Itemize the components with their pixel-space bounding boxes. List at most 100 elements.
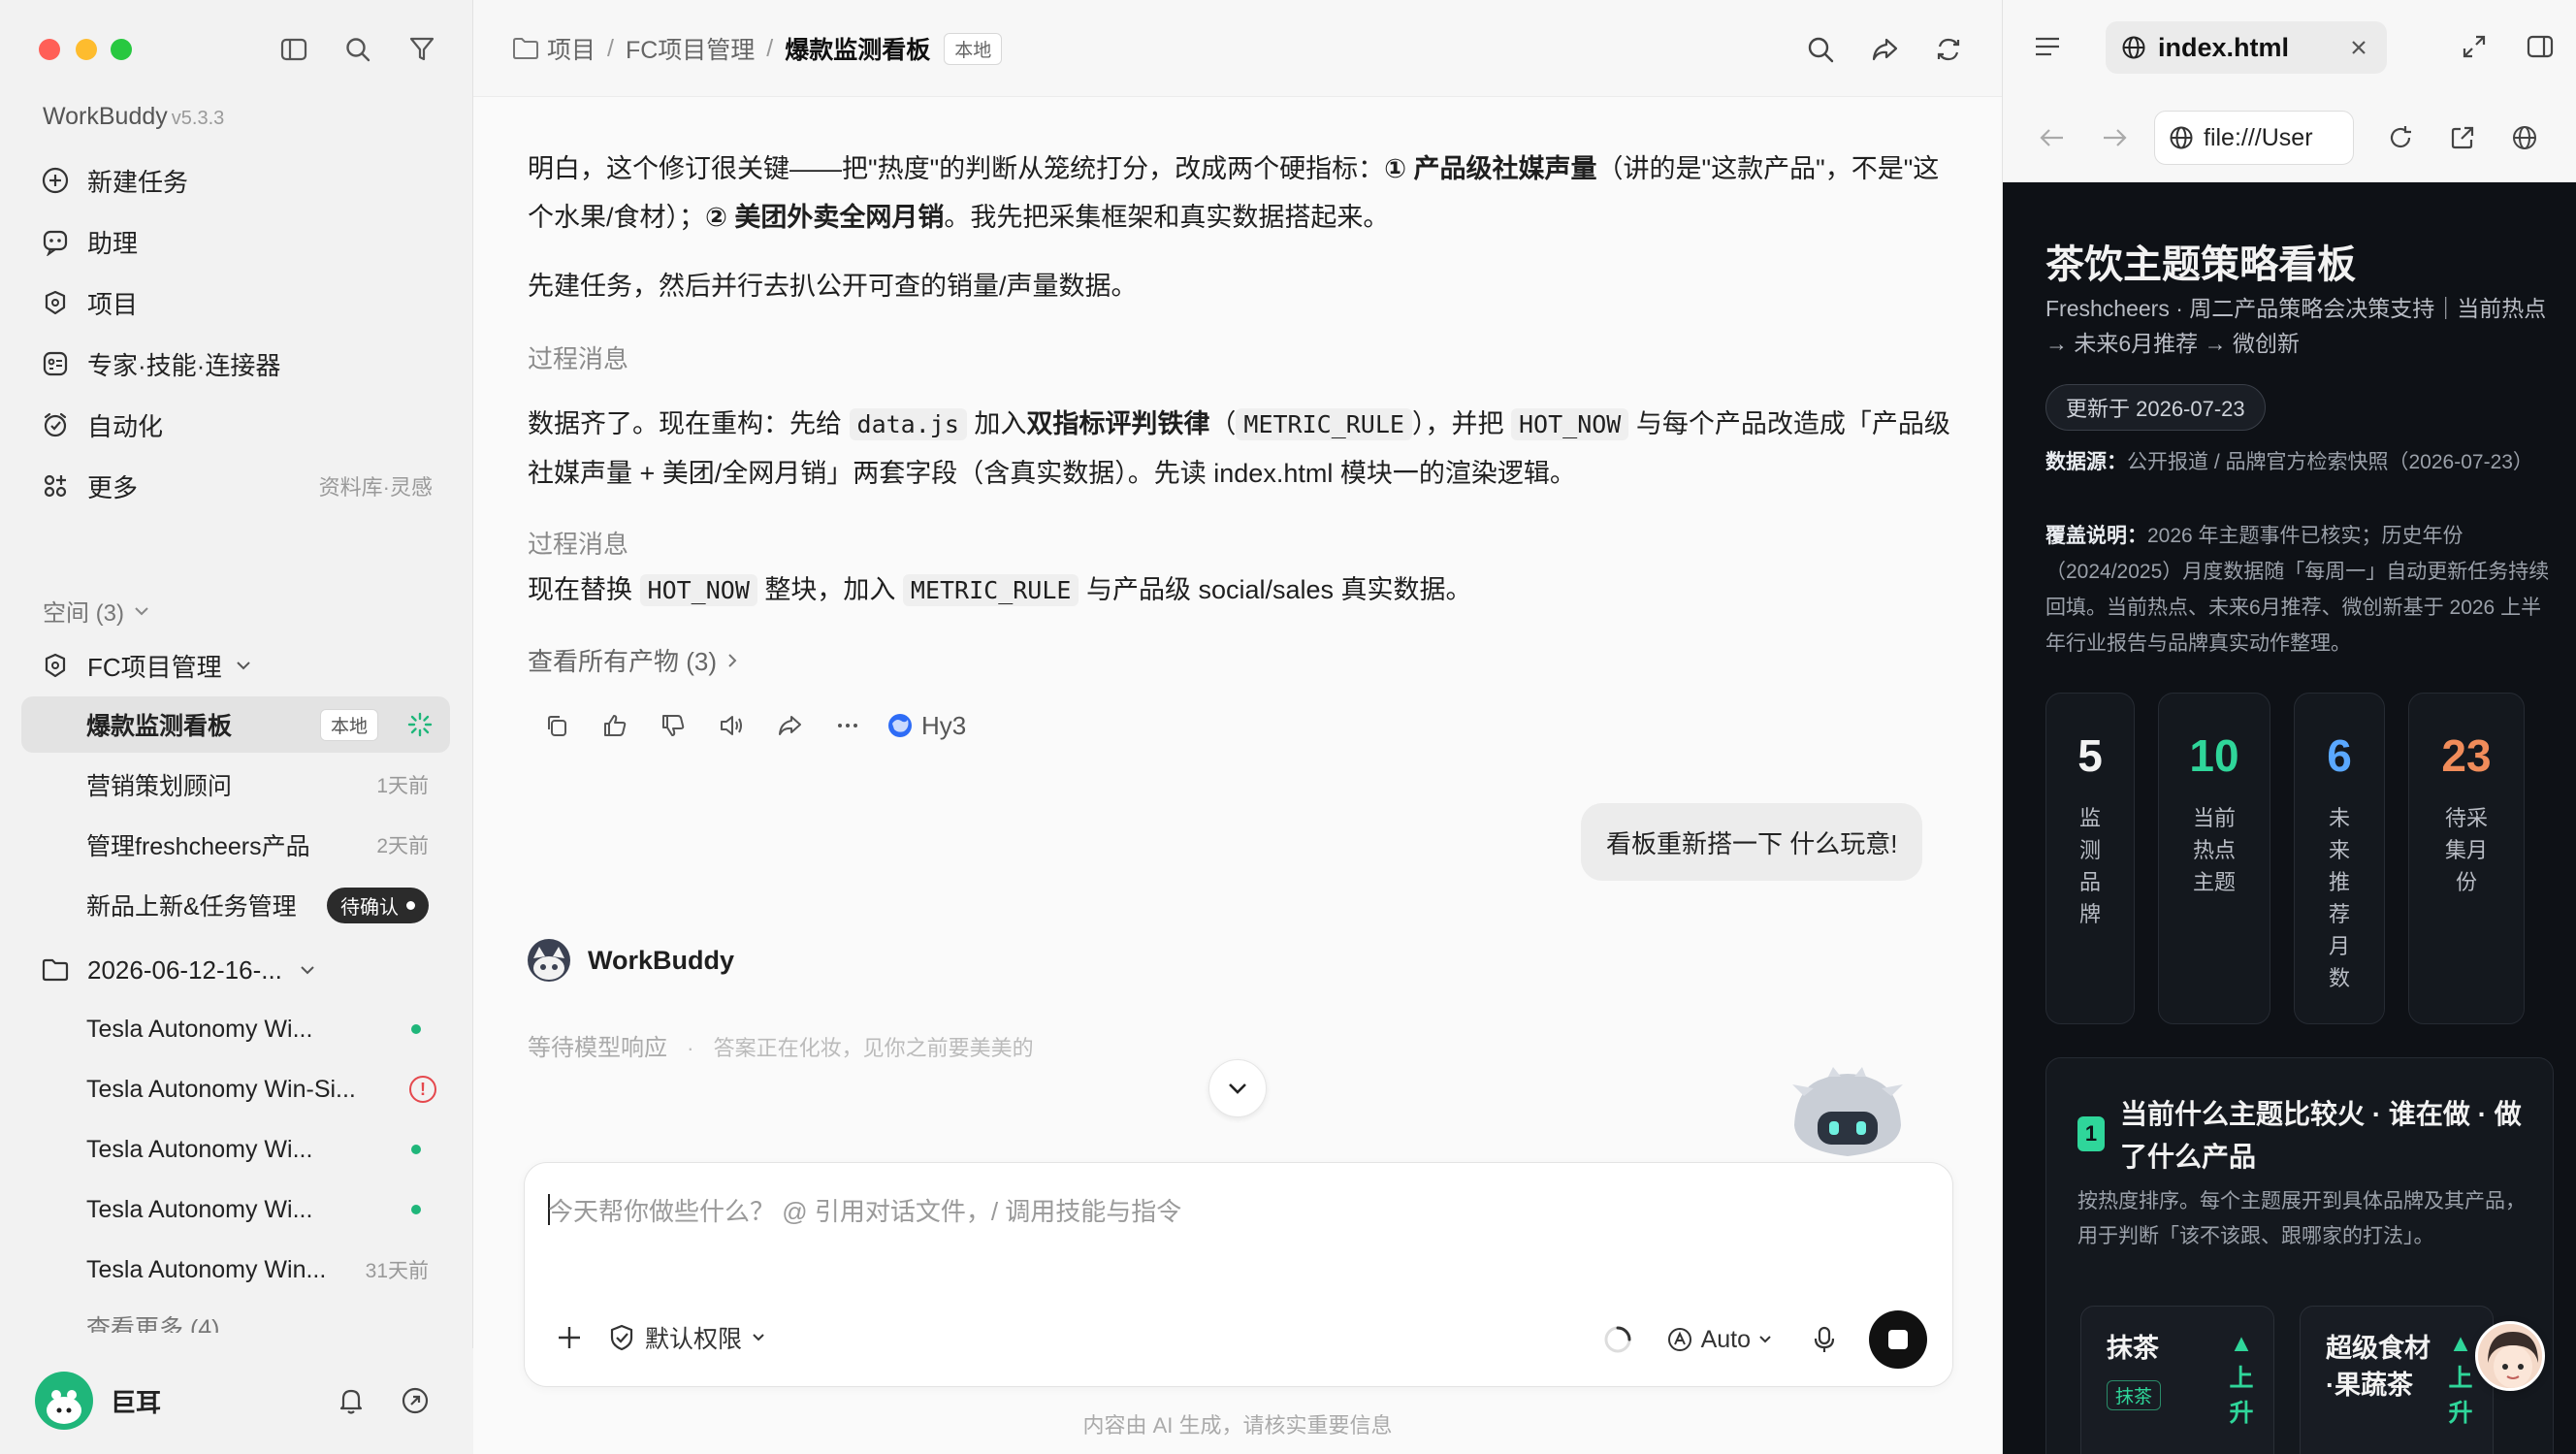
view-artifacts-link[interactable]: 查看所有产物 (3)	[528, 642, 738, 678]
folder-task-item[interactable]: Tesla Autonomy Wi...	[21, 1181, 450, 1238]
topic-card[interactable]: 抹茶 抹茶 ▲上升	[2080, 1306, 2274, 1454]
microphone-icon[interactable]	[1805, 1320, 1844, 1359]
stat-card: 6 未来推荐月数	[2294, 693, 2385, 1024]
folder-task-item[interactable]: Tesla Autonomy Wi...	[21, 1121, 450, 1178]
scroll-to-bottom-button[interactable]	[1208, 1059, 1267, 1117]
globe-icon[interactable]	[2507, 120, 2542, 155]
topic-card[interactable]: 超级食材·果蔬茶 ▲上升	[2300, 1306, 2494, 1454]
space-label: 空间 (3)	[43, 600, 124, 627]
task-label: 新品上新&任务管理	[86, 893, 297, 921]
avatar[interactable]	[35, 1372, 93, 1430]
share-icon[interactable]	[770, 706, 809, 745]
settings-link-icon[interactable]	[398, 1383, 433, 1418]
open-external-icon[interactable]	[2445, 120, 2480, 155]
process-message-toggle[interactable]: 过程消息	[528, 339, 628, 375]
process-message-toggle[interactable]: 过程消息	[528, 525, 628, 561]
url-text: file:///User	[2204, 123, 2313, 151]
permission-selector[interactable]: 默认权限	[608, 1320, 765, 1355]
message-composer[interactable]: 今天帮你做些什么？ @ 引用对话文件，/ 调用技能与指令 默认权限 Auto	[524, 1162, 1953, 1387]
copy-icon[interactable]	[537, 706, 576, 745]
add-attachment-button[interactable]	[550, 1318, 589, 1357]
task-item[interactable]: 管理freshcheers产品 2天前	[21, 817, 450, 873]
crumb-project[interactable]: FC项目管理	[626, 31, 755, 66]
nav-more[interactable]: 更多 资料库·灵感	[39, 461, 446, 511]
window-close-button[interactable]	[39, 39, 60, 60]
nav-more-extra[interactable]: 资料库·灵感	[319, 470, 433, 501]
stat-label: 监测品牌	[2078, 806, 2101, 926]
task-item[interactable]: 营销策划顾问 1天前	[21, 757, 450, 813]
search-icon[interactable]	[341, 33, 374, 66]
local-badge: 本地	[944, 32, 1003, 65]
project-name: FC项目管理	[87, 652, 222, 682]
sidebar: WorkBuddy v5.3.3 新建任务 助理 项目 专家·技能·连接器 自动化…	[0, 0, 473, 1454]
forward-arrow-icon[interactable]	[2098, 120, 2133, 155]
nav-automation[interactable]: 自动化	[39, 400, 446, 450]
text: 现在替换	[528, 575, 640, 604]
search-icon[interactable]	[1802, 31, 1839, 68]
url-field[interactable]: file:///User	[2154, 111, 2354, 165]
task-item-active[interactable]: 爆款监测看板 本地	[21, 696, 450, 753]
expand-icon[interactable]	[2457, 29, 2492, 64]
text: 明白，这个修订很关键——把"热度"的判断从笼统打分，改成两个硬指标：	[528, 154, 1385, 183]
floating-assistant-avatar[interactable]	[2475, 1321, 2545, 1391]
task-time: 2天前	[376, 835, 429, 857]
mode-selector[interactable]: Auto	[1666, 1326, 1772, 1354]
folder-task-item[interactable]: Tesla Autonomy Win... 31天前	[21, 1242, 450, 1298]
auto-mode-icon	[1667, 1328, 1691, 1351]
window-minimize-button[interactable]	[76, 39, 97, 60]
preview-tab[interactable]: index.html	[2106, 21, 2387, 74]
nav-experts[interactable]: 专家·技能·连接器	[39, 339, 446, 389]
filter-icon[interactable]	[405, 33, 438, 66]
crumb-current: 爆款监测看板	[785, 37, 931, 64]
stat-label: 当前热点主题	[2192, 806, 2236, 894]
folder-task-item[interactable]: Tesla Autonomy Wi...	[21, 1001, 450, 1057]
sidebar-toggle-icon[interactable]	[277, 33, 310, 66]
dashboard-subtitle: Freshcheers · 周二产品策略会决策支持｜当前热点 → 未来6月推荐 …	[2045, 296, 2547, 356]
thumbs-up-icon[interactable]	[596, 706, 634, 745]
bell-icon[interactable]	[334, 1383, 369, 1418]
stop-generation-button[interactable]	[1869, 1310, 1927, 1369]
composer-placeholder[interactable]: 今天帮你做些什么？ @ 引用对话文件，/ 调用技能与指令	[548, 1192, 1181, 1228]
globe-icon	[2122, 36, 2145, 59]
task-item[interactable]: 新品上新&任务管理 待确认	[21, 877, 450, 933]
assistant-name: WorkBuddy	[588, 945, 735, 975]
mascot-robot	[1785, 1067, 1911, 1160]
window-zoom-button[interactable]	[111, 39, 132, 60]
close-icon[interactable]	[2346, 35, 2371, 60]
more-icon[interactable]	[828, 706, 867, 745]
nav-label: 专家·技能·连接器	[87, 350, 281, 380]
nav-label: 自动化	[87, 411, 164, 441]
reload-icon[interactable]	[2383, 120, 2418, 155]
address-bar: file:///User	[2003, 93, 2576, 182]
chevron-down-icon	[1759, 1336, 1771, 1343]
topic-name: 抹茶	[2107, 1334, 2159, 1363]
speaker-icon[interactable]	[712, 706, 751, 745]
share-icon[interactable]	[1866, 31, 1903, 68]
thumbs-down-icon[interactable]	[654, 706, 692, 745]
crumb-root[interactable]: 项目	[547, 31, 596, 66]
stat-value: 10	[2189, 730, 2239, 781]
stat-value: 6	[2327, 730, 2352, 781]
list-icon[interactable]	[2030, 29, 2065, 64]
folder-row[interactable]: 2026-06-12-16-...	[39, 945, 446, 995]
task-label: 管理freshcheers产品	[86, 833, 310, 860]
space-section-toggle[interactable]: 空间 (3)	[43, 594, 149, 628]
panel-toggle-icon[interactable]	[2523, 29, 2558, 64]
nav-project[interactable]: 项目	[39, 277, 446, 328]
coverage-note: 覆盖说明：2026 年主题事件已核实；历史年份（2024/2025）月度数据随「…	[2045, 518, 2550, 662]
task-label: Tesla Autonomy Wi...	[86, 1135, 313, 1163]
loading-spinner-icon	[407, 712, 433, 737]
show-more-link[interactable]: 查看更多 (4)	[86, 1309, 220, 1333]
assistant-paragraph: 先建任务，然后并行去扒公开可查的销量/声量数据。	[528, 262, 1953, 310]
nav-assistant[interactable]: 助理	[39, 216, 446, 267]
updated-badge: 更新于 2026-07-23	[2045, 384, 2266, 431]
project-fc[interactable]: FC项目管理	[39, 640, 446, 691]
nav-new-task[interactable]: 新建任务	[39, 155, 446, 206]
folder-task-item[interactable]: Tesla Autonomy Win-Si... !	[21, 1061, 450, 1117]
task-label: 营销策划顾问	[86, 773, 233, 800]
sync-icon[interactable]	[1930, 31, 1967, 68]
back-arrow-icon[interactable]	[2034, 120, 2069, 155]
text-bold: ① 产品级社媒声量	[1384, 154, 1597, 183]
text: ），并把	[1411, 409, 1511, 438]
process-label: 过程消息	[528, 344, 629, 373]
